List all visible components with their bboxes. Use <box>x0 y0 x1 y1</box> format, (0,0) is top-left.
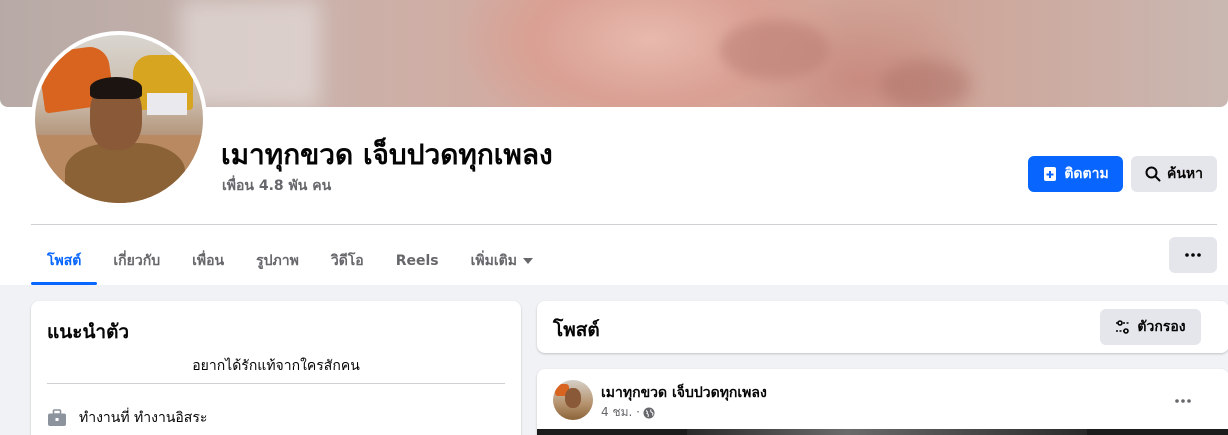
add-follow-icon <box>1044 167 1057 181</box>
post-timestamp[interactable]: 4 ชม. · <box>601 403 640 422</box>
tab-posts[interactable]: โพสต์ <box>31 236 98 285</box>
tab-label: วิดีโอ <box>330 252 364 269</box>
filter-button[interactable]: ตัวกรอง <box>1100 309 1201 345</box>
intro-work-item: ทำงานที่ ทำงานอิสระ <box>47 407 207 429</box>
caret-down-icon <box>522 257 533 264</box>
intro-title: แนะนำตัว <box>47 321 130 343</box>
post-media[interactable] <box>537 429 1228 435</box>
post-author-name[interactable]: เมาทุกขวด เจ็บปวดทุกเพลง <box>601 382 767 404</box>
posts-header-card: โพสต์ ตัวกรอง <box>537 301 1228 353</box>
tab-friends[interactable]: เพื่อน <box>176 236 240 285</box>
tab-reels[interactable]: Reels <box>380 236 455 285</box>
post-meta: 4 ชม. · <box>601 403 655 422</box>
filter-button-label: ตัวกรอง <box>1137 319 1186 335</box>
post-author-avatar[interactable] <box>553 380 593 420</box>
more-horizontal-icon <box>1185 253 1201 257</box>
profile-avatar[interactable] <box>35 35 203 203</box>
avatar-photo-detail <box>147 93 187 115</box>
briefcase-icon <box>48 409 66 426</box>
tab-label: เกี่ยวกับ <box>113 252 161 269</box>
search-button[interactable]: ค้นหา <box>1131 156 1217 192</box>
intro-bio: อยากได้รักแท้จากใครสักคน <box>192 358 360 374</box>
intro-card: แนะนำตัว อยากได้รักแท้จากใครสักคน ทำงานท… <box>31 301 521 435</box>
cover-photo-detail <box>880 60 970 107</box>
search-icon <box>1145 166 1161 182</box>
profile-header: เมาทุกขวด เจ็บปวดทุกเพลง เพื่อน 4.8 พัน … <box>0 0 1228 285</box>
tab-more[interactable]: เพิ่มเติม <box>455 236 549 285</box>
more-horizontal-icon <box>1175 399 1191 403</box>
follow-button[interactable]: ติดตาม <box>1028 156 1123 192</box>
friends-count[interactable]: เพื่อน 4.8 พัน คน <box>222 175 331 197</box>
cover-photo-detail <box>720 20 830 80</box>
tab-label: Reels <box>395 252 439 269</box>
tab-videos[interactable]: วิดีโอ <box>315 236 380 285</box>
post-card: เมาทุกขวด เจ็บปวดทุกเพลง 4 ชม. · <box>537 369 1228 435</box>
intro-work-text: ทำงานที่ ทำงานอิสระ <box>79 410 208 426</box>
intro-divider <box>47 383 505 384</box>
search-button-label: ค้นหา <box>1166 166 1204 182</box>
profile-more-button[interactable] <box>1169 237 1217 273</box>
posts-title: โพสต์ <box>553 319 600 341</box>
header-divider <box>31 224 1217 225</box>
avatar-photo-detail <box>65 143 185 203</box>
tab-label: โพสต์ <box>47 252 82 269</box>
tab-label: เพื่อน <box>192 252 225 269</box>
tab-about[interactable]: เกี่ยวกับ <box>97 236 176 285</box>
tab-label: รูปภาพ <box>256 252 299 269</box>
post-options-button[interactable] <box>1165 383 1201 419</box>
profile-name: เมาทุกขวด เจ็บปวดทุกเพลง <box>221 138 553 171</box>
profile-tabs: โพสต์ เกี่ยวกับ เพื่อน รูปภาพ วิดีโอ Ree… <box>31 236 549 285</box>
filter-sliders-icon <box>1116 320 1131 334</box>
avatar-photo-detail <box>90 77 142 99</box>
follow-button-label: ติดตาม <box>1064 166 1109 182</box>
tab-photos[interactable]: รูปภาพ <box>240 236 315 285</box>
post-media-detail <box>687 429 1087 435</box>
globe-icon <box>643 407 655 418</box>
tab-label: เพิ่มเติม <box>470 252 517 269</box>
avatar-photo-detail <box>565 388 581 408</box>
